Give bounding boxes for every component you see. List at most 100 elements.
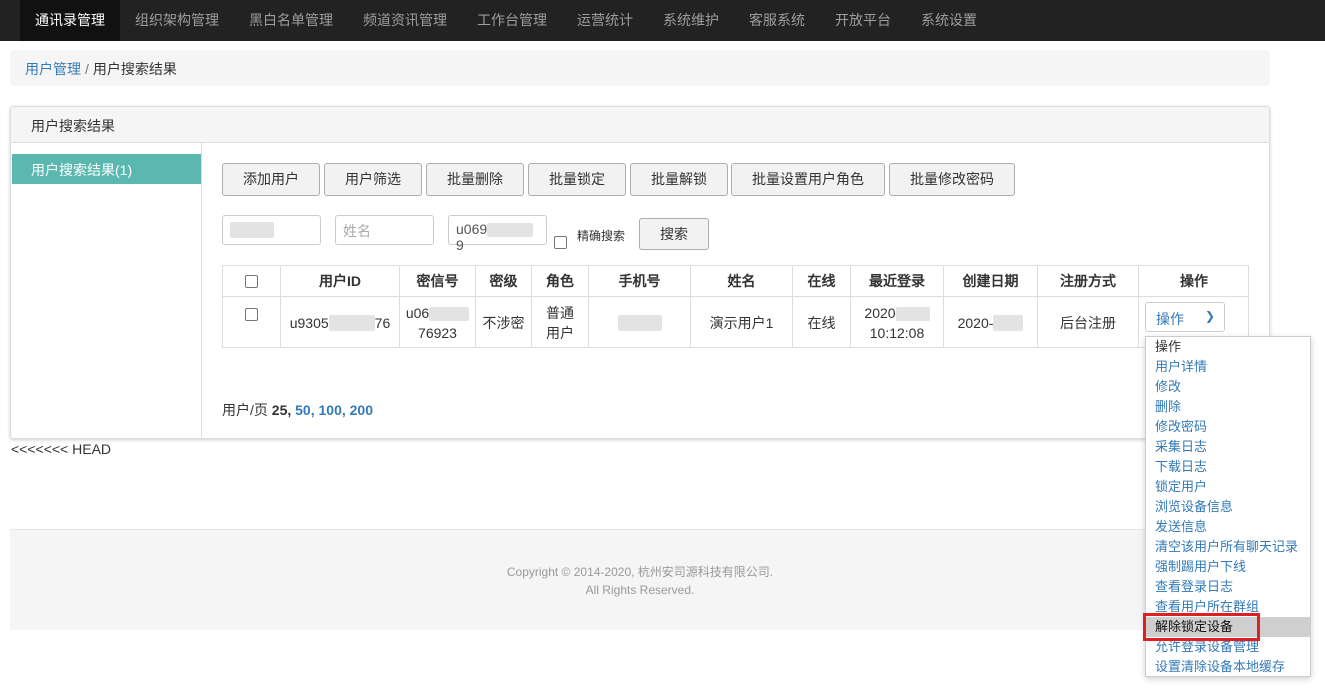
menu-item-header: 操作 xyxy=(1155,339,1182,354)
select-all-checkbox[interactable] xyxy=(245,274,258,288)
redacted-value xyxy=(895,306,930,321)
menu-item-download-logs[interactable]: 下载日志 xyxy=(1146,457,1310,477)
created-date: 2020- xyxy=(957,314,994,331)
col-register-method: 注册方式 xyxy=(1038,266,1139,297)
batch-lock-button[interactable]: 批量锁定 xyxy=(528,163,626,196)
nav-support[interactable]: 客服系统 xyxy=(749,0,805,41)
breadcrumb-current: 用户搜索结果 xyxy=(92,61,177,77)
cell-online: 在线 xyxy=(793,297,851,348)
panel-title: 用户搜索结果 xyxy=(11,107,1269,143)
chevron-down-icon: ❯ xyxy=(1204,309,1215,323)
nav-contacts[interactable]: 通讯录管理 xyxy=(20,0,120,41)
highlight-annotation-box xyxy=(1143,613,1260,641)
cell-user-id: u9305 76 xyxy=(281,297,400,348)
last-login-date: 2020 xyxy=(864,304,896,321)
col-name: 姓名 xyxy=(691,266,793,297)
cell-role: 普通用户 xyxy=(532,297,589,348)
users-table: 用户ID 密信号 密级 角色 手机号 姓名 在线 最近登录 创建日期 注册方式 … xyxy=(222,265,1249,348)
menu-item-delete[interactable]: 删除 xyxy=(1146,397,1310,417)
user-id-prefix: u9305 xyxy=(289,314,329,331)
nav-blacklist[interactable]: 黑白名单管理 xyxy=(249,0,333,41)
menu-item-change-password[interactable]: 修改密码 xyxy=(1146,417,1310,437)
batch-unlock-button[interactable]: 批量解锁 xyxy=(630,163,728,196)
redacted-value xyxy=(328,314,375,331)
batch-change-password-button[interactable]: 批量修改密码 xyxy=(889,163,1015,196)
menu-item-collect-logs[interactable]: 采集日志 xyxy=(1146,437,1310,457)
search-button[interactable]: 搜索 xyxy=(639,218,709,250)
batch-set-role-button[interactable]: 批量设置用户角色 xyxy=(731,163,885,196)
redacted-value xyxy=(487,223,534,238)
nav-stats[interactable]: 运营统计 xyxy=(577,0,633,41)
menu-item-clear-device-cache[interactable]: 设置清除设备本地缓存 xyxy=(1146,657,1310,677)
col-phone: 手机号 xyxy=(589,266,691,297)
menu-item-lock-user[interactable]: 锁定用户 xyxy=(1146,477,1310,497)
redacted-value xyxy=(230,222,274,239)
row-checkbox[interactable] xyxy=(245,308,258,321)
menu-item-device-info[interactable]: 浏览设备信息 xyxy=(1146,497,1310,517)
filter-users-button[interactable]: 用户筛选 xyxy=(324,163,422,196)
col-role: 角色 xyxy=(532,266,589,297)
exact-search-label: 精确搜索 xyxy=(577,229,626,243)
cell-last-login: 2020 10:12:08 xyxy=(851,297,944,348)
breadcrumb-user-management[interactable]: 用户管理 xyxy=(25,61,81,77)
cell-security-level: 不涉密 xyxy=(476,297,532,348)
page-size-label: 用户/页 xyxy=(222,402,268,418)
add-user-button[interactable]: 添加用户 xyxy=(222,163,320,196)
actions-select-value: 操作 xyxy=(1156,311,1184,327)
nav-open-platform[interactable]: 开放平台 xyxy=(835,0,891,41)
mixin-prefix: u06 xyxy=(405,304,430,321)
cell-register-method: 后台注册 xyxy=(1038,297,1139,348)
merge-marker-text: <<<<<<< HEAD xyxy=(11,441,112,457)
nav-maintenance[interactable]: 系统维护 xyxy=(663,0,719,41)
menu-item-edit[interactable]: 修改 xyxy=(1146,377,1310,397)
user-id-input[interactable]: u0699 xyxy=(448,215,547,253)
nav-channels[interactable]: 频道资讯管理 xyxy=(363,0,447,41)
menu-item-user-details[interactable]: 用户详情 xyxy=(1146,357,1310,377)
col-actions: 操作 xyxy=(1139,266,1249,297)
cell-created: 2020- xyxy=(944,297,1038,348)
exact-search-checkbox[interactable] xyxy=(554,236,567,249)
select-all-cell xyxy=(223,266,281,297)
redacted-value xyxy=(993,314,1024,331)
col-last-login: 最近登录 xyxy=(851,266,944,297)
breadcrumb-separator: / xyxy=(85,61,89,77)
mixin-suffix: 76923 xyxy=(418,324,457,341)
cell-mixin-number: u06 76923 xyxy=(400,297,476,348)
user-id-input-prefix: u069 xyxy=(456,221,488,237)
footer-copyright: Copyright © 2014-2020, 杭州安司源科技有限公司. xyxy=(506,565,774,579)
nav-settings[interactable]: 系统设置 xyxy=(921,0,977,41)
cell-name: 演示用户1 xyxy=(691,297,793,348)
mixin-number-input[interactable] xyxy=(222,215,321,245)
batch-delete-button[interactable]: 批量删除 xyxy=(426,163,524,196)
top-navbar: 通讯录管理 组织架构管理 黑白名单管理 频道资讯管理 工作台管理 运营统计 系统… xyxy=(0,0,1325,41)
sidebar-item-search-results[interactable]: 用户搜索结果(1) xyxy=(12,154,201,184)
breadcrumb: 用户管理 / 用户搜索结果 xyxy=(10,50,1270,86)
name-input[interactable]: 姓名 xyxy=(335,215,434,245)
page-size-200[interactable]: 200 xyxy=(350,402,373,418)
name-input-placeholder: 姓名 xyxy=(343,223,371,239)
footer-rights: All Rights Reserved. xyxy=(585,583,695,597)
menu-item-login-logs[interactable]: 查看登录日志 xyxy=(1146,577,1310,597)
col-mixin-number: 密信号 xyxy=(400,266,476,297)
col-security-level: 密级 xyxy=(476,266,532,297)
last-login-time: 10:12:08 xyxy=(869,324,925,341)
redacted-value xyxy=(617,314,662,331)
nav-workbench[interactable]: 工作台管理 xyxy=(477,0,547,41)
page-size-current: 25, xyxy=(271,402,292,418)
row-select-cell xyxy=(223,297,281,348)
redacted-value xyxy=(429,306,470,321)
nav-org[interactable]: 组织架构管理 xyxy=(135,0,219,41)
menu-item-send-message[interactable]: 发送信息 xyxy=(1146,517,1310,537)
user-id-input-suffix: 9 xyxy=(456,237,464,254)
user-id-suffix: 76 xyxy=(374,314,391,331)
menu-item-force-logout[interactable]: 强制踢用户下线 xyxy=(1146,557,1310,577)
actions-select[interactable]: 操作 ❯ xyxy=(1145,302,1225,332)
page-size-50[interactable]: 50, xyxy=(295,402,314,418)
col-created: 创建日期 xyxy=(944,266,1038,297)
panel-sidebar: 用户搜索结果(1) xyxy=(11,143,202,438)
menu-item-clear-chats[interactable]: 清空该用户所有聊天记录 xyxy=(1146,537,1310,557)
page-size-selector: 用户/页 25, 50, 100, 200 xyxy=(222,400,373,420)
cell-phone xyxy=(589,297,691,348)
page-size-100[interactable]: 100, xyxy=(319,402,346,418)
footer: Copyright © 2014-2020, 杭州安司源科技有限公司. All … xyxy=(10,529,1270,630)
